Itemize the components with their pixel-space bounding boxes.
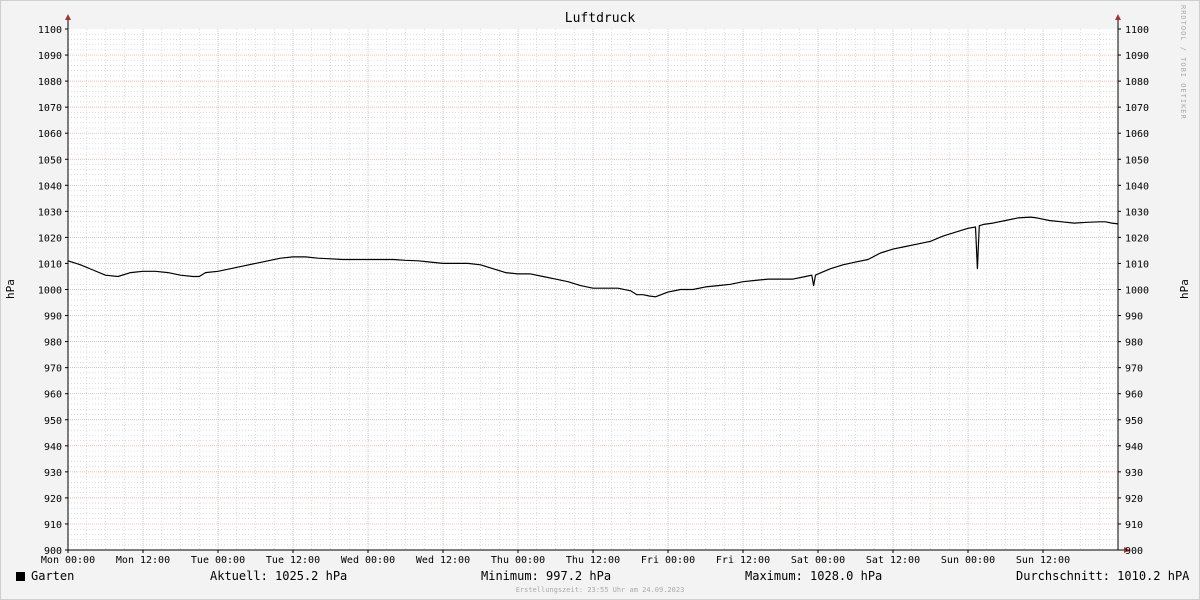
x-tick-label: Sun 00:00 — [941, 555, 995, 566]
y-axis-label-right: hPa — [1178, 279, 1191, 299]
y-tick-label: 910 — [1125, 520, 1143, 531]
y-tick-label: 1050 — [38, 155, 62, 166]
y-tick-label: 920 — [44, 494, 62, 505]
y-tick-label: 1040 — [38, 181, 62, 192]
x-tick-label: Sun 12:00 — [1016, 555, 1070, 566]
y-axis-arrow-right — [1115, 14, 1121, 20]
y-axis-arrow-left — [65, 14, 71, 20]
y-tick-label: 1000 — [38, 286, 62, 297]
y-tick-label: 1080 — [1125, 77, 1149, 88]
y-tick-label: 1100 — [38, 25, 62, 36]
x-tick-label: Fri 00:00 — [641, 555, 695, 566]
y-tick-label: 1010 — [38, 259, 62, 270]
legend-current: Aktuell: 1025.2 hPa — [210, 569, 348, 583]
legend: Garten Aktuell: 1025.2 hPa Minimum: 997.… — [1, 569, 1199, 585]
y-tick-label: 1030 — [1125, 207, 1149, 218]
legend-series: Garten — [16, 569, 74, 583]
watermark: RRDTOOL / TOBI OETIKER — [1179, 5, 1187, 120]
y-tick-label: 990 — [44, 312, 62, 323]
y-tick-label: 1020 — [1125, 233, 1149, 244]
x-tick-label: Tue 12:00 — [266, 555, 320, 566]
y-tick-label: 900 — [1125, 546, 1143, 557]
y-axis-label-left: hPa — [4, 279, 17, 299]
y-tick-label: 950 — [44, 416, 62, 427]
x-tick-label: Wed 00:00 — [341, 555, 395, 566]
y-tick-label: 1070 — [1125, 103, 1149, 114]
y-tick-labels-right: 900 910 920 930 940 950 960 970 980 990 1000 1010 10… — [1125, 25, 1149, 557]
y-tick-label: 940 — [44, 442, 62, 453]
y-tick-label: 950 — [1125, 416, 1143, 427]
y-tick-label: 920 — [1125, 494, 1143, 505]
y-tick-label: 1060 — [38, 129, 62, 140]
legend-average: Durchschnitt: 1010.2 hPA — [1016, 569, 1190, 583]
legend-series-name: Garten — [31, 569, 75, 583]
y-tick-label: 1070 — [38, 103, 62, 114]
y-tick-label: 960 — [1125, 390, 1143, 401]
x-tick-label: Thu 00:00 — [491, 555, 545, 566]
y-tick-label: 1060 — [1125, 129, 1149, 140]
x-tick-label: Sat 12:00 — [866, 555, 920, 566]
y-tick-label: 960 — [44, 390, 62, 401]
y-tick-label: 940 — [1125, 442, 1143, 453]
y-tick-label: 990 — [1125, 312, 1143, 323]
y-tick-label: 930 — [44, 468, 62, 479]
y-tick-label: 1100 — [1125, 25, 1149, 36]
x-tick-label: Mon 12:00 — [116, 555, 170, 566]
y-tick-label: 980 — [1125, 338, 1143, 349]
x-tick-label: Wed 12:00 — [416, 555, 470, 566]
y-tick-label: 1040 — [1125, 181, 1149, 192]
y-tick-label: 1030 — [38, 207, 62, 218]
y-tick-labels-left: 9009109209309409509609709809901000101010… — [38, 25, 62, 557]
x-tick-label: Mon 00:00 — [41, 555, 95, 566]
legend-minimum: Minimum: 997.2 hPa — [481, 569, 612, 583]
footer-timestamp: Erstellungszeit: 23:55 Uhr am 24.09.2023 — [515, 586, 685, 594]
x-tick-label: Thu 12:00 — [566, 555, 620, 566]
y-tick-label: 1000 — [1125, 286, 1149, 297]
y-tick-label: 1090 — [1125, 51, 1149, 62]
legend-maximum: Maximum: 1028.0 hPa — [745, 569, 883, 583]
legend-swatch — [16, 572, 25, 581]
y-tick-label: 1020 — [38, 233, 62, 244]
y-tick-label: 1080 — [38, 77, 62, 88]
x-tick-label: Tue 00:00 — [191, 555, 245, 566]
x-tick-label: Sat 00:00 — [791, 555, 845, 566]
y-tick-label: 1090 — [38, 51, 62, 62]
x-tick-labels: Mon 00:00 Mon 12:00 Tue 00:00 Tue 12:00 Wed … — [41, 555, 1070, 566]
y-tick-label: 980 — [44, 338, 62, 349]
chart-svg: 900 910 920 930 940 950 960 970 980 990 1000 1010 10… — [4, 14, 1191, 566]
y-tick-label: 1050 — [1125, 155, 1149, 166]
chart-frame: Luftdruck 900 910 920 930 940 950 960 970 980 990… — [0, 0, 1200, 600]
y-tick-label: 970 — [44, 364, 62, 375]
x-tick-label: Fri 12:00 — [716, 555, 770, 566]
y-tick-label: 970 — [1125, 364, 1143, 375]
y-tick-label: 930 — [1125, 468, 1143, 479]
y-tick-label: 910 — [44, 520, 62, 531]
y-tick-label: 1010 — [1125, 259, 1149, 270]
